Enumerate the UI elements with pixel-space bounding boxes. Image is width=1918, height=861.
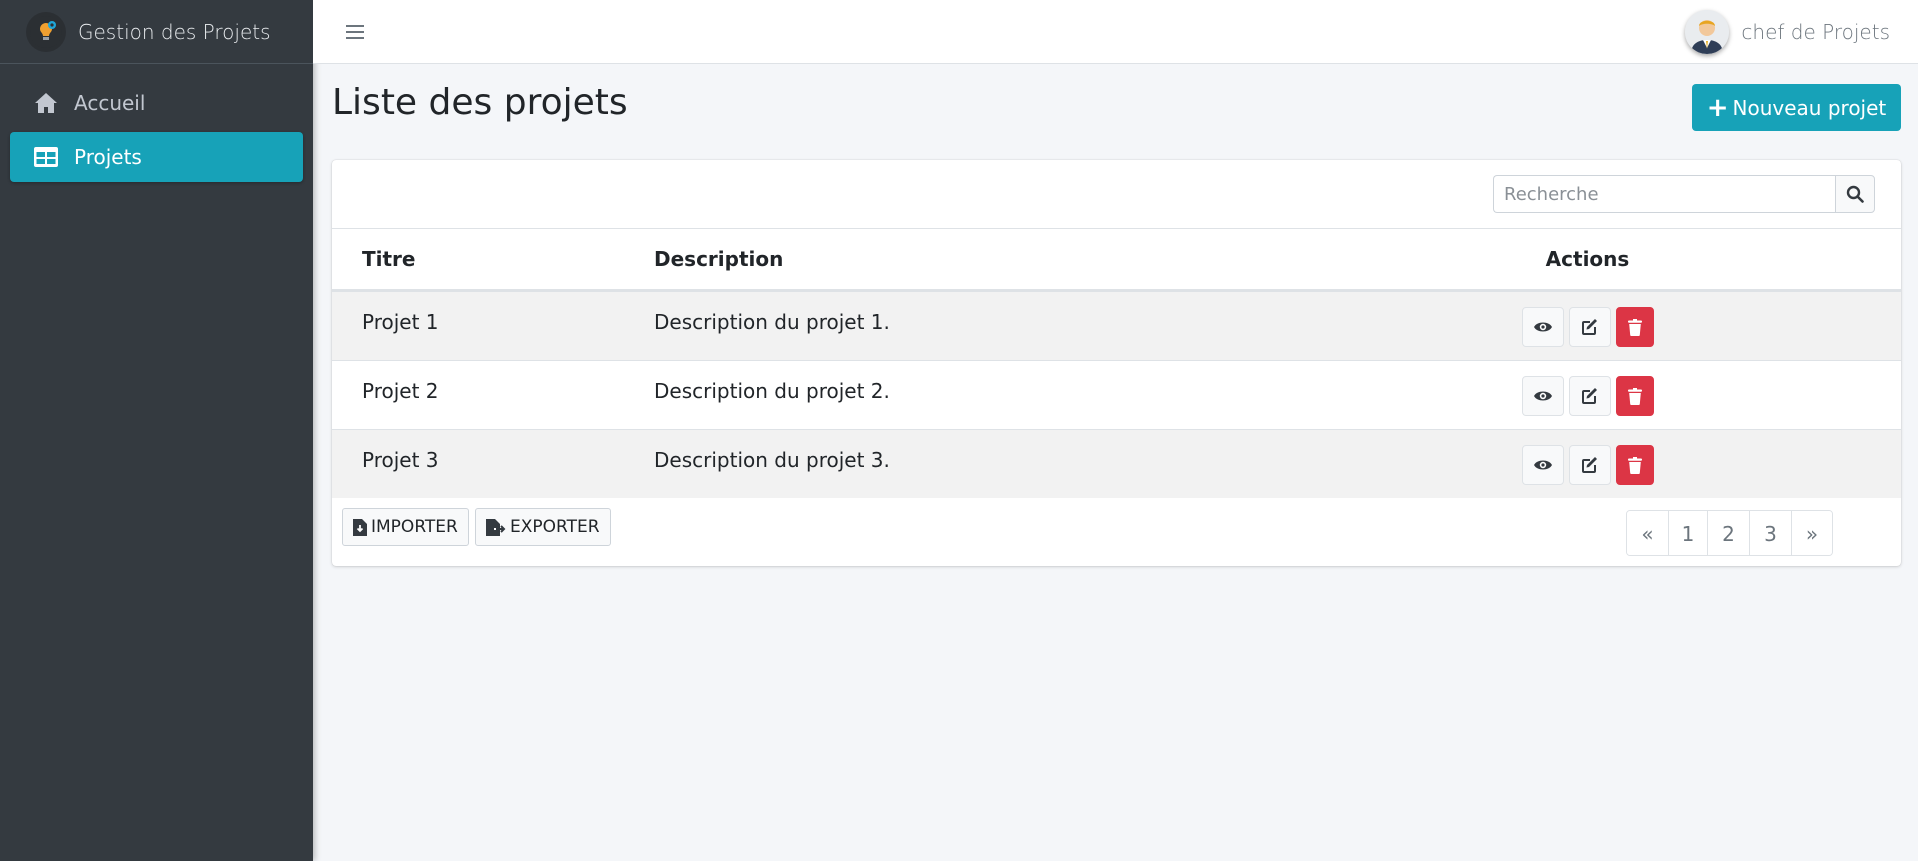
projects-table: Titre Description Actions Projet 1 Descr…: [332, 228, 1901, 498]
pagination-page-2[interactable]: 2: [1707, 511, 1749, 555]
pagination-next[interactable]: »: [1791, 511, 1832, 555]
projects-card: Titre Description Actions Projet 1 Descr…: [332, 160, 1901, 566]
cell-description: Description du projet 2.: [654, 379, 890, 403]
sidebar-item-label: Accueil: [74, 91, 146, 115]
eye-icon: [1533, 460, 1552, 470]
table-row: Projet 3 Description du projet 3.: [332, 429, 1901, 498]
search-input[interactable]: [1493, 175, 1835, 213]
column-header-description: Description: [654, 247, 784, 271]
table-row: Projet 1 Description du projet 1.: [332, 291, 1901, 360]
delete-button[interactable]: [1615, 376, 1654, 416]
sidebar-item-accueil[interactable]: Accueil: [10, 78, 303, 128]
edit-button[interactable]: [1568, 445, 1611, 485]
trash-icon: [1627, 318, 1642, 336]
view-button[interactable]: [1521, 307, 1564, 347]
table-icon: [34, 145, 58, 169]
pagination: « 1 2 3 »: [1626, 510, 1833, 556]
cell-description: Description du projet 1.: [654, 310, 890, 334]
view-button[interactable]: [1521, 445, 1564, 485]
home-icon: [34, 91, 58, 115]
sidebar-item-projets[interactable]: Projets: [10, 132, 303, 182]
export-label: EXPORTER: [510, 517, 600, 537]
trash-icon: [1627, 387, 1642, 405]
search-icon: [1846, 185, 1864, 203]
new-project-label: Nouveau projet: [1732, 95, 1887, 120]
sidebar: Gestion des Projets Accueil Projets: [0, 0, 313, 861]
trash-icon: [1627, 456, 1642, 474]
search-button[interactable]: [1835, 175, 1875, 213]
file-export-icon: [486, 518, 506, 536]
view-button[interactable]: [1521, 376, 1564, 416]
table-header: Titre Description Actions: [332, 229, 1901, 291]
cell-title: Projet 3: [362, 448, 439, 472]
cell-description: Description du projet 3.: [654, 448, 890, 472]
page-title: Liste des projets: [332, 82, 628, 123]
edit-button[interactable]: [1568, 376, 1611, 416]
delete-button[interactable]: [1615, 307, 1654, 347]
table-row: Projet 2 Description du projet 2.: [332, 360, 1901, 429]
menu-toggle-icon[interactable]: [343, 18, 367, 46]
eye-icon: [1533, 391, 1552, 401]
edit-icon: [1581, 319, 1597, 335]
table-body: Projet 1 Description du projet 1. Projet…: [332, 291, 1901, 498]
new-project-button[interactable]: + Nouveau projet: [1692, 84, 1901, 131]
search-group: [1493, 175, 1875, 213]
pagination-prev[interactable]: «: [1627, 511, 1668, 555]
brand-title: Gestion des Projets: [78, 19, 271, 44]
user-name: chef de Projets: [1741, 20, 1890, 44]
brand-logo-icon: [26, 11, 66, 52]
column-header-actions: Actions: [1545, 247, 1630, 271]
cell-title: Projet 2: [362, 379, 439, 403]
import-button[interactable]: IMPORTER: [342, 508, 469, 546]
import-label: IMPORTER: [371, 517, 458, 537]
pagination-page-3[interactable]: 3: [1749, 511, 1791, 555]
column-header-titre: Titre: [362, 247, 416, 271]
export-button[interactable]: EXPORTER: [475, 508, 611, 546]
sidebar-item-label: Projets: [74, 145, 142, 169]
file-import-icon: [353, 518, 367, 536]
row-actions: [1274, 292, 1901, 347]
avatar: [1685, 10, 1730, 54]
brand[interactable]: Gestion des Projets: [0, 0, 313, 64]
row-actions: [1274, 430, 1901, 485]
pagination-page-1[interactable]: 1: [1668, 511, 1707, 555]
topbar: chef de Projets: [313, 0, 1918, 64]
edit-icon: [1581, 388, 1597, 404]
edit-button[interactable]: [1568, 307, 1611, 347]
row-actions: [1274, 361, 1901, 416]
plus-icon: +: [1706, 92, 1729, 123]
eye-icon: [1533, 322, 1552, 332]
user-menu[interactable]: chef de Projets: [1685, 4, 1890, 60]
edit-icon: [1581, 457, 1597, 473]
cell-title: Projet 1: [362, 310, 439, 334]
delete-button[interactable]: [1615, 445, 1654, 485]
sidebar-nav: Accueil Projets: [0, 64, 313, 182]
